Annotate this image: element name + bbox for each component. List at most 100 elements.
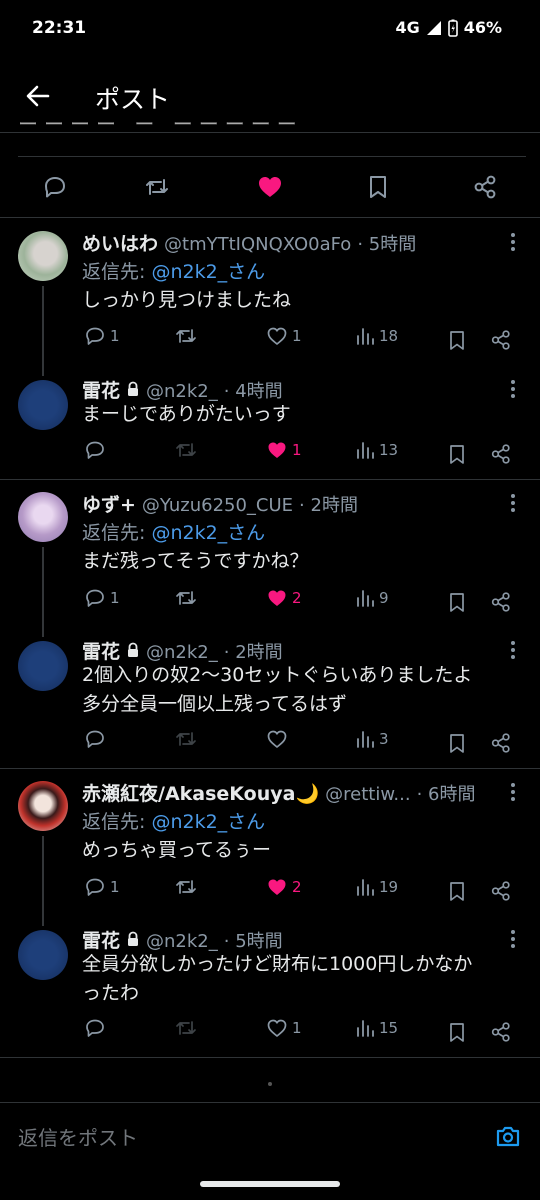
views-button[interactable]: 9 xyxy=(355,587,389,609)
user-handle[interactable]: @tmYTtIQNQXO0aFo xyxy=(164,234,351,255)
share-icon[interactable] xyxy=(490,329,512,351)
post-time: · 5時間 xyxy=(357,234,417,255)
repost-button[interactable] xyxy=(174,587,198,609)
post-text-line: 多分全員一個以上残ってるはず xyxy=(82,693,348,715)
reply-icon xyxy=(86,441,104,459)
user-handle[interactable]: @Yuzu6250_CUE xyxy=(142,495,293,516)
gesture-home-bar[interactable] xyxy=(200,1181,340,1187)
reply-button[interactable] xyxy=(84,439,106,461)
post-text: 全員分欲しかったけど財布に1000円しかなか ったわ xyxy=(82,950,520,1008)
heart-outline-icon xyxy=(267,730,287,748)
page-title: ポスト xyxy=(95,85,171,114)
replying-to: 返信先: @n2k2_さん xyxy=(82,522,266,544)
avatar[interactable] xyxy=(18,930,68,980)
reply-input[interactable]: 返信をポスト xyxy=(18,1122,138,1151)
post-actions: 1 15 xyxy=(0,1017,540,1047)
reply-button[interactable]: 1 xyxy=(84,325,120,347)
like-button[interactable]: 2 xyxy=(266,587,302,609)
display-name[interactable]: 雷花 xyxy=(82,376,120,403)
loading-indicator xyxy=(268,1082,272,1086)
repost-button[interactable] xyxy=(174,325,198,347)
share-icon[interactable] xyxy=(470,172,500,202)
avatar[interactable] xyxy=(18,231,68,281)
more-options-icon[interactable] xyxy=(510,781,516,803)
display-name[interactable]: めいはわ xyxy=(82,229,158,256)
views-button[interactable]: 13 xyxy=(355,439,398,461)
repost-icon xyxy=(176,1021,196,1035)
lock-icon xyxy=(128,931,139,946)
reply-icon xyxy=(86,878,104,896)
repost-icon[interactable] xyxy=(142,172,172,202)
reply-button[interactable]: 1 xyxy=(84,876,120,898)
user-handle[interactable]: @n2k2_ xyxy=(146,931,218,952)
repost-button[interactable] xyxy=(174,439,198,461)
repost-icon xyxy=(176,443,196,457)
share-icon[interactable] xyxy=(490,591,512,613)
views-button[interactable]: 19 xyxy=(355,876,398,898)
user-handle[interactable]: @rettiw... xyxy=(325,784,410,805)
reply-button[interactable]: 1 xyxy=(84,587,120,609)
more-options-icon[interactable] xyxy=(510,639,516,661)
post-time: · 6時間 xyxy=(416,784,476,805)
views-icon xyxy=(357,879,374,896)
back-arrow-icon[interactable] xyxy=(22,80,54,112)
bookmark-icon[interactable] xyxy=(447,1021,467,1043)
bookmark-icon[interactable] xyxy=(447,591,467,613)
user-handle[interactable]: @n2k2_ xyxy=(146,381,218,402)
display-name[interactable]: 赤瀬紅夜/AkaseKouya🌙 xyxy=(82,779,319,806)
mention-link[interactable]: @n2k2_さん xyxy=(151,522,265,544)
reply-icon[interactable] xyxy=(40,172,70,202)
mention-link[interactable]: @n2k2_さん xyxy=(151,811,265,833)
avatar[interactable] xyxy=(18,781,68,831)
heart-outline-icon xyxy=(267,327,287,345)
repost-button[interactable] xyxy=(174,728,198,750)
post-actions: 1 2 19 xyxy=(0,876,540,906)
reply-icon xyxy=(86,1019,104,1037)
display-name[interactable]: 雷花 xyxy=(82,637,120,664)
camera-icon[interactable] xyxy=(494,1122,522,1150)
more-options-icon[interactable] xyxy=(510,928,516,950)
like-button[interactable]: 1 xyxy=(266,1017,302,1039)
views-button[interactable]: 18 xyxy=(355,325,398,347)
share-icon[interactable] xyxy=(490,880,512,902)
more-options-icon[interactable] xyxy=(510,231,516,253)
like-button[interactable]: 2 xyxy=(266,876,302,898)
more-options-icon[interactable] xyxy=(510,378,516,400)
views-button[interactable]: 15 xyxy=(355,1017,398,1039)
avatar[interactable] xyxy=(18,380,68,430)
post-text: まーじでありがたいっす xyxy=(82,403,291,425)
like-filled-icon[interactable] xyxy=(255,172,285,202)
replying-to: 返信先: @n2k2_さん xyxy=(82,811,266,833)
views-button[interactable]: 3 xyxy=(355,728,389,750)
repost-icon xyxy=(176,732,196,746)
network-label: 4G xyxy=(395,18,420,37)
bookmark-icon[interactable] xyxy=(447,329,467,351)
repost-button[interactable] xyxy=(174,876,198,898)
mention-link[interactable]: @n2k2_さん xyxy=(151,261,265,283)
post-text: まだ残ってそうですかね？ xyxy=(82,550,309,572)
share-icon[interactable] xyxy=(490,1021,512,1043)
reply-icon xyxy=(86,327,104,345)
share-icon[interactable] xyxy=(490,732,512,754)
avatar[interactable] xyxy=(18,641,68,691)
lock-icon xyxy=(128,642,139,657)
more-options-icon[interactable] xyxy=(510,492,516,514)
share-icon[interactable] xyxy=(490,443,512,465)
bookmark-icon[interactable] xyxy=(447,880,467,902)
user-handle[interactable]: @n2k2_ xyxy=(146,642,218,663)
bookmark-icon[interactable] xyxy=(363,172,393,202)
bookmark-icon[interactable] xyxy=(447,732,467,754)
reply-button[interactable] xyxy=(84,728,106,750)
reply-button[interactable] xyxy=(84,1017,106,1039)
like-button[interactable]: 1 xyxy=(266,439,302,461)
like-button[interactable]: 1 xyxy=(266,325,302,347)
display-name[interactable]: 雷花 xyxy=(82,926,120,953)
avatar[interactable] xyxy=(18,492,68,542)
status-bar: 22:31 4G 46% xyxy=(0,0,540,60)
reply-icon xyxy=(86,589,104,607)
bookmark-icon[interactable] xyxy=(447,443,467,465)
repost-button[interactable] xyxy=(174,1017,198,1039)
reply-icon xyxy=(86,730,104,748)
display-name[interactable]: ゆず+ xyxy=(82,490,136,517)
like-button[interactable] xyxy=(266,728,288,750)
